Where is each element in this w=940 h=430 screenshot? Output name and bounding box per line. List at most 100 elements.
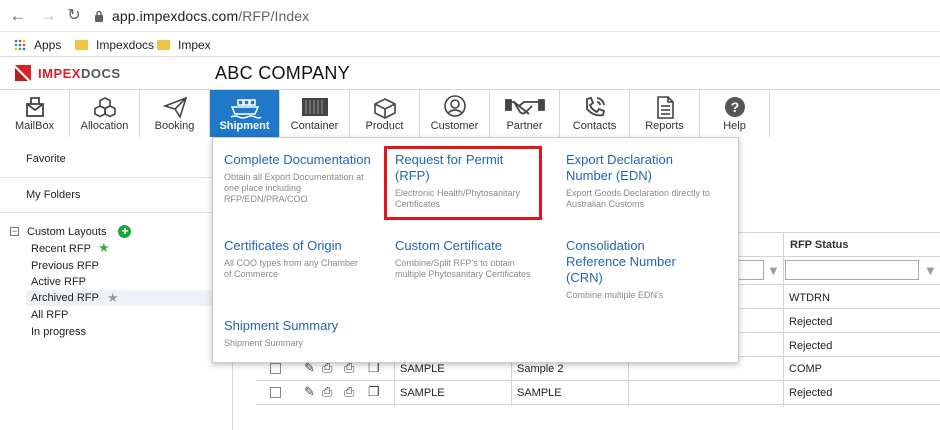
favorite-star-icon[interactable]: ★ [98, 241, 110, 255]
back-icon[interactable]: ← [8, 6, 28, 26]
logo-text-docs: DOCS [80, 65, 121, 81]
row-checkbox[interactable] [270, 363, 281, 374]
print-icon[interactable]: ⎙ [344, 384, 354, 400]
url-host: app.impexdocs.com [112, 8, 239, 24]
nav-product[interactable]: Product [350, 90, 420, 137]
menu-item-title: Certificates of Origin [224, 238, 342, 253]
menu-item-custom-certificate[interactable]: Custom Certificate Combine/Split RFP's t… [395, 238, 540, 280]
lock-icon [95, 10, 103, 22]
nav-container[interactable]: Container [280, 90, 350, 137]
container-icon [302, 98, 328, 116]
impexdocs-logo-icon [15, 65, 31, 81]
forward-icon[interactable]: → [38, 6, 58, 26]
table-cell: SAMPLE [400, 387, 445, 399]
layout-archived-rfp[interactable]: Archived RFP [26, 290, 233, 306]
status-cell: Rejected [789, 316, 833, 328]
module-nav: MailBox Allocation Booking Shipment Cont… [0, 89, 940, 137]
filter-icon[interactable]: ▼ [767, 263, 780, 278]
collapse-icon[interactable]: − [10, 227, 19, 236]
nav-label: Customer [430, 120, 479, 132]
nav-label: Help [723, 120, 746, 132]
help-icon: ? [725, 97, 745, 117]
nav-label: MailBox [14, 120, 55, 132]
menu-item-complete-documentation[interactable]: Complete Documentation Obtain all Export… [224, 152, 374, 205]
nav-label: Shipment [219, 120, 270, 132]
grid-line [511, 356, 512, 406]
table-cell: Sample 2 [517, 363, 564, 375]
print-icon[interactable]: ⎙ [322, 384, 332, 400]
menu-item-title: Custom Certificate [395, 238, 502, 253]
nav-booking[interactable]: Booking [140, 90, 210, 137]
my-folders-link[interactable]: My Folders [26, 189, 80, 201]
nav-shipment[interactable]: Shipment [210, 90, 280, 137]
menu-item-desc: Export Goods Declaration directly to Aus… [566, 188, 711, 209]
menu-item-export-declaration[interactable]: Export Declaration Number (EDN) Export G… [566, 152, 716, 210]
nav-customer[interactable]: Customer [420, 90, 490, 137]
menu-item-desc: Obtain all Export Documentation at one p… [224, 172, 364, 204]
nav-label: Container [290, 120, 339, 132]
star-icon[interactable]: ★ [107, 291, 119, 305]
layout-active-rfp[interactable]: Active RFP [31, 274, 86, 290]
status-cell: Rejected [789, 340, 833, 352]
bookmark-apps[interactable]: Apps [14, 37, 61, 53]
nav-mailbox[interactable]: MailBox [0, 90, 70, 137]
logo-text-impex: IMPEX [38, 65, 81, 81]
apps-grid-icon [14, 39, 26, 51]
layout-previous-rfp[interactable]: Previous RFP [31, 258, 99, 274]
folder-icon [75, 40, 88, 50]
filter-icon[interactable]: ▼ [924, 263, 937, 278]
bookmark-impex[interactable]: Impex [157, 37, 211, 53]
layout-all-rfp[interactable]: All RFP [31, 307, 68, 323]
favorite-link[interactable]: Favorite [26, 153, 66, 165]
nav-contacts[interactable]: Contacts [560, 90, 630, 137]
status-cell: WTDRN [789, 292, 830, 304]
browser-address-bar: ← → ↻ app.impexdocs.com/RFP/Index [0, 0, 940, 32]
ship-icon [230, 99, 262, 119]
grid-line [740, 332, 940, 333]
sidebar: Favorite My Folders − Custom Layouts + R… [0, 137, 233, 430]
nav-label: Allocation [80, 120, 129, 132]
url-text: app.impexdocs.com/RFP/Index [112, 8, 309, 24]
menu-item-consolidation-reference[interactable]: Consolidation Reference Number (CRN) Com… [566, 238, 706, 301]
highlight-box [384, 146, 542, 220]
grid-line [628, 356, 629, 406]
menu-item-desc: Combine/Split RFP's to obtain multiple P… [395, 258, 531, 279]
bookmark-impexdocs[interactable]: Impexdocs [75, 37, 154, 53]
layout-recent-rfp[interactable]: Recent RFP [31, 241, 91, 257]
edit-icon[interactable]: ✎ [304, 384, 315, 400]
filter-input[interactable] [736, 260, 764, 280]
folder-icon [157, 40, 170, 50]
status-cell: COMP [789, 363, 822, 375]
nav-label: Reports [645, 120, 684, 132]
status-filter-input[interactable] [785, 260, 919, 280]
phone-icon [586, 96, 606, 117]
bookmark-label: Impex [178, 38, 211, 52]
nav-partner[interactable]: Partner [490, 90, 560, 137]
nav-reports[interactable]: Reports [630, 90, 700, 137]
row-checkbox[interactable] [270, 387, 281, 398]
custom-layouts-header: − Custom Layouts + [10, 225, 132, 238]
url-field[interactable]: app.impexdocs.com/RFP/Index [94, 4, 934, 28]
add-layout-icon[interactable]: + [118, 225, 132, 238]
layout-in-progress[interactable]: In progress [31, 324, 86, 340]
reload-icon[interactable]: ↻ [64, 6, 84, 26]
menu-item-shipment-summary[interactable]: Shipment Summary Shipment Summary [224, 318, 384, 349]
custom-layouts-label: Custom Layouts [27, 225, 107, 238]
table-cell: SAMPLE [400, 363, 445, 375]
menu-item-title: Consolidation Reference Number (CRN) [566, 238, 676, 285]
nav-label: Product [365, 120, 404, 132]
grid-line [256, 380, 940, 381]
bookmarks-bar: Apps Impexdocs Impex [0, 33, 940, 57]
copy-icon[interactable]: ❐ [368, 384, 380, 400]
menu-item-certificates-of-origin[interactable]: Certificates of Origin All COO types fro… [224, 238, 364, 280]
divider [0, 177, 233, 178]
app-logo[interactable]: IMPEXDOCS [14, 64, 121, 82]
mailbox-icon [26, 97, 44, 117]
product-box-icon [374, 98, 396, 119]
nav-help[interactable]: ? Help [700, 90, 770, 137]
logo-text: IMPEXDOCS [38, 66, 121, 81]
nav-label: Booking [154, 120, 195, 132]
nav-allocation[interactable]: Allocation [70, 90, 140, 137]
divider [0, 212, 233, 213]
grid-line [740, 308, 940, 309]
